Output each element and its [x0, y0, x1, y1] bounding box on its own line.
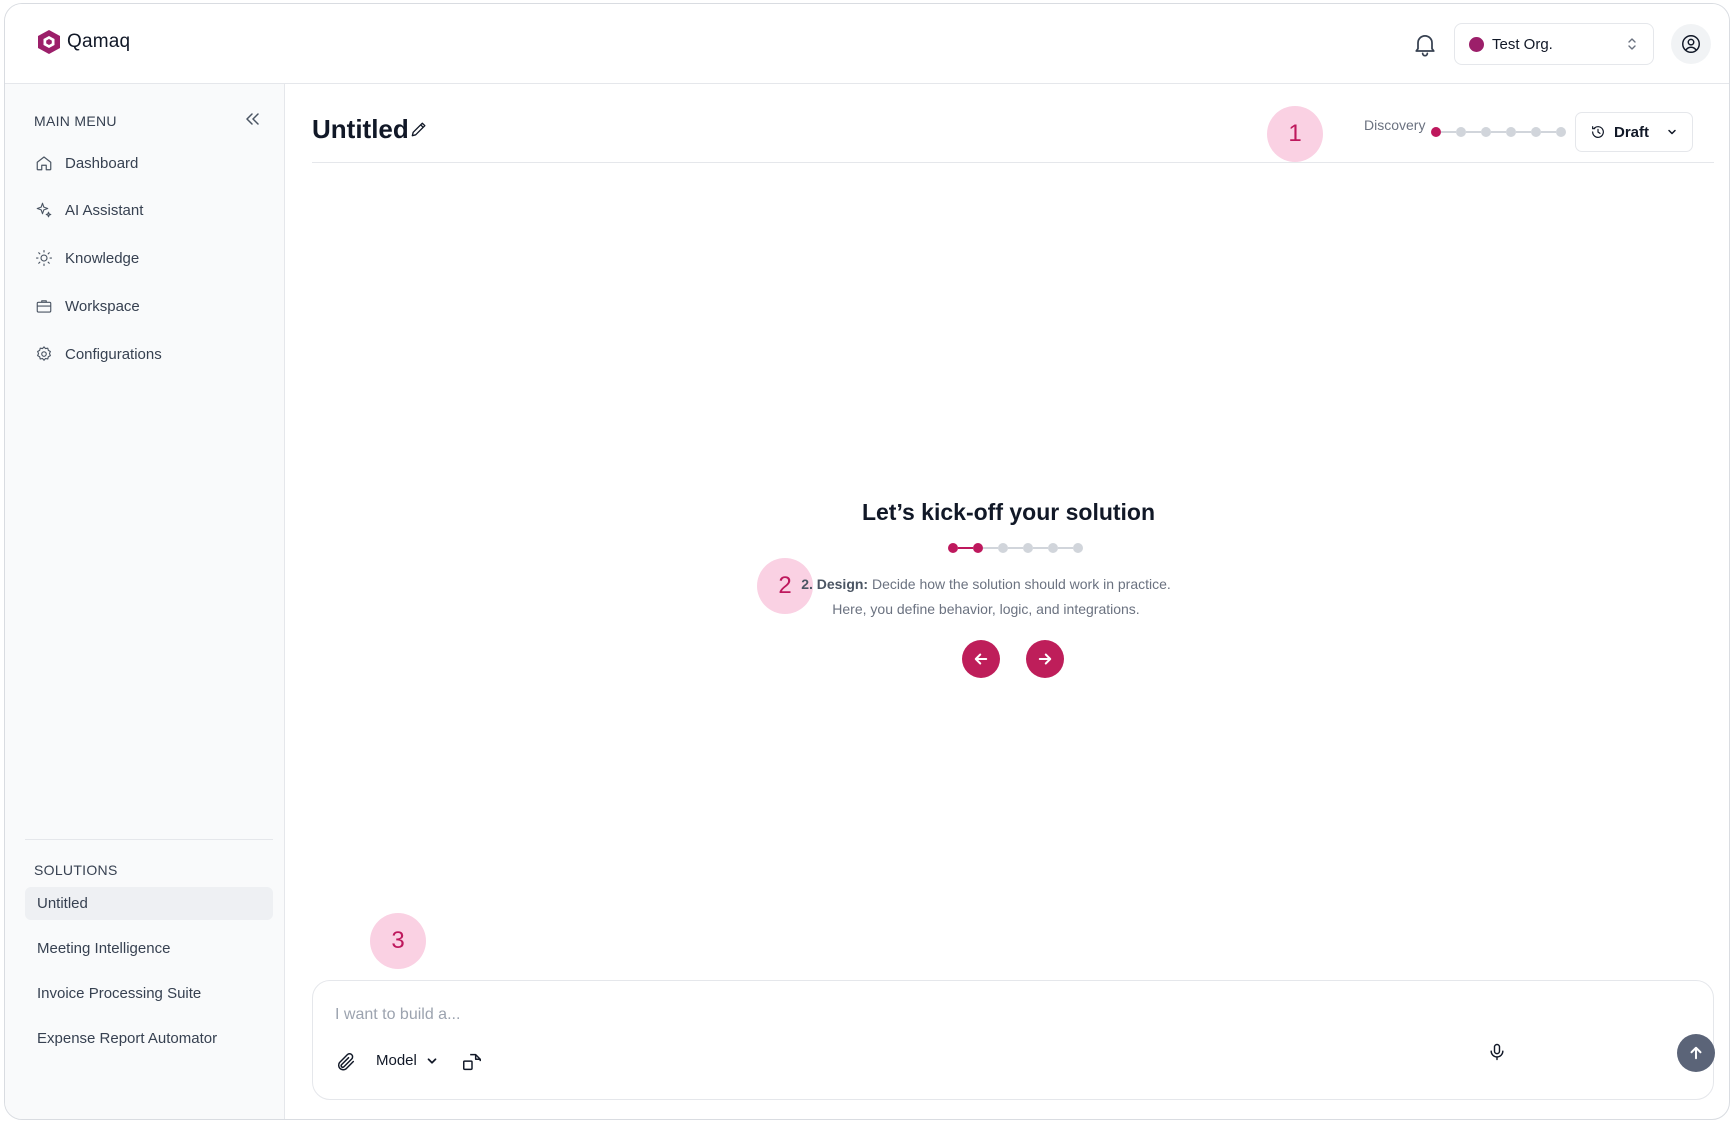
lightbulb-icon — [35, 249, 53, 267]
step-dot — [998, 543, 1008, 553]
paperclip-icon — [337, 1053, 355, 1071]
gear-icon — [37, 346, 51, 361]
sidebar-item-workspace[interactable]: Workspace — [25, 288, 273, 324]
step-dot — [1431, 127, 1441, 137]
step-description: 2. Design: Decide how the solution shoul… — [766, 572, 1206, 622]
step-description-line-1: 2. Design: Decide how the solution shoul… — [766, 572, 1206, 597]
sidebar-item-label: AI Assistant — [65, 201, 144, 219]
arrow-left-icon — [974, 653, 988, 665]
sidebar-item-dashboard[interactable]: Dashboard — [25, 145, 273, 181]
sidebar-item-label: Workspace — [65, 297, 140, 315]
step-connector — [1466, 131, 1481, 133]
status-dropdown[interactable]: Draft — [1575, 112, 1693, 152]
step-dot — [1506, 127, 1516, 137]
tools-button[interactable] — [461, 1051, 483, 1073]
step-dot — [1481, 127, 1491, 137]
step-connector — [1516, 131, 1531, 133]
history-icon — [1592, 126, 1604, 138]
user-menu-button[interactable] — [1671, 24, 1711, 64]
sidebar-item-configurations[interactable]: Configurations — [25, 336, 273, 372]
stage-label: Discovery — [1364, 117, 1426, 133]
step-dot — [1556, 127, 1566, 137]
step-connector — [983, 547, 998, 549]
step-label: 2. Design: — [801, 576, 869, 592]
step-dot — [973, 543, 983, 553]
chat-composer: Model — [312, 980, 1715, 1100]
chevron-down-icon — [427, 1057, 437, 1064]
step-connector — [1058, 547, 1073, 549]
briefcase-icon — [36, 300, 52, 313]
org-color-dot — [1469, 36, 1484, 52]
pencil-icon — [411, 122, 426, 137]
microphone-icon — [1490, 1043, 1504, 1061]
notifications-button[interactable] — [1411, 30, 1439, 58]
app-name: Qamaq — [67, 31, 131, 52]
org-name: Test Org. — [1492, 35, 1553, 53]
step-connector — [1491, 131, 1506, 133]
step-dot — [1456, 127, 1466, 137]
prompt-input[interactable] — [335, 1003, 1635, 1027]
main-content: Untitled 1 Discovery Draft Let’s kick-of… — [286, 84, 1729, 1119]
logo-icon — [38, 30, 60, 54]
solution-item-invoice-processing-suite[interactable]: Invoice Processing Suite — [25, 977, 273, 1010]
sparkles-icon — [36, 202, 52, 218]
sidebar-item-label: Knowledge — [65, 249, 140, 267]
arrow-right-icon — [1038, 653, 1052, 665]
bell-icon — [1415, 34, 1435, 57]
user-circle-icon — [1682, 35, 1700, 53]
step-connector — [1008, 547, 1023, 549]
chevron-updown-icon — [1628, 38, 1636, 50]
hero-title: Let’s kick-off your solution — [861, 499, 1156, 525]
status-label: Draft — [1614, 123, 1650, 141]
app-window: Qamaq Test Org. MAIN MENU Dashboard AI A… — [4, 3, 1730, 1120]
stage-stepper — [1431, 127, 1566, 137]
previous-step-button[interactable] — [962, 640, 1000, 678]
hero-stepper — [948, 543, 1083, 553]
chevrons-left-icon — [246, 113, 259, 125]
step-description-line-2: Here, you define behavior, logic, and in… — [832, 601, 1140, 617]
sidebar-item-knowledge[interactable]: Knowledge — [25, 240, 273, 276]
voice-input-button[interactable] — [1487, 1042, 1507, 1062]
model-selector[interactable]: Model — [376, 1052, 439, 1069]
annotation-badge: 1 — [1267, 106, 1323, 162]
sidebar-item-ai-assistant[interactable]: AI Assistant — [25, 192, 273, 228]
page-title: Untitled — [312, 114, 409, 144]
next-step-button[interactable] — [1026, 640, 1064, 678]
shapes-icon — [463, 1053, 481, 1071]
step-connector — [1441, 131, 1456, 133]
model-label: Model — [376, 1052, 417, 1069]
send-button[interactable] — [1677, 1034, 1715, 1072]
sidebar: MAIN MENU Dashboard AI Assistant Knowled… — [5, 84, 285, 1119]
solution-item-meeting-intelligence[interactable]: Meeting Intelligence — [25, 932, 273, 965]
step-dot — [948, 543, 958, 553]
step-connector — [1541, 131, 1556, 133]
solutions-label: SOLUTIONS — [34, 862, 118, 878]
title-row: Untitled 1 Discovery Draft — [312, 84, 1714, 163]
collapse-sidebar-button[interactable] — [243, 110, 263, 130]
step-dot — [1073, 543, 1083, 553]
sidebar-divider — [25, 839, 273, 840]
step-dot — [1023, 543, 1033, 553]
sidebar-item-label: Configurations — [65, 345, 162, 363]
solution-item-expense-report-automator[interactable]: Expense Report Automator — [25, 1022, 273, 1055]
step-dot — [1048, 543, 1058, 553]
step-connector — [1033, 547, 1048, 549]
sidebar-item-label: Dashboard — [65, 154, 139, 172]
chevron-down-icon — [1668, 129, 1676, 135]
arrow-up-icon — [1690, 1046, 1702, 1060]
org-selector[interactable]: Test Org. — [1454, 23, 1654, 65]
attach-button[interactable] — [335, 1051, 357, 1073]
step-connector — [958, 547, 973, 549]
home-icon — [36, 156, 52, 171]
step-text: Decide how the solution should work in p… — [868, 576, 1171, 592]
main-menu-label: MAIN MENU — [34, 113, 117, 129]
top-bar: Qamaq Test Org. — [5, 4, 1729, 84]
logo[interactable]: Qamaq — [37, 29, 130, 55]
step-dot — [1531, 127, 1541, 137]
solution-item-untitled[interactable]: Untitled — [25, 887, 273, 920]
annotation-badge: 3 — [370, 913, 426, 969]
edit-title-button[interactable] — [409, 119, 431, 141]
